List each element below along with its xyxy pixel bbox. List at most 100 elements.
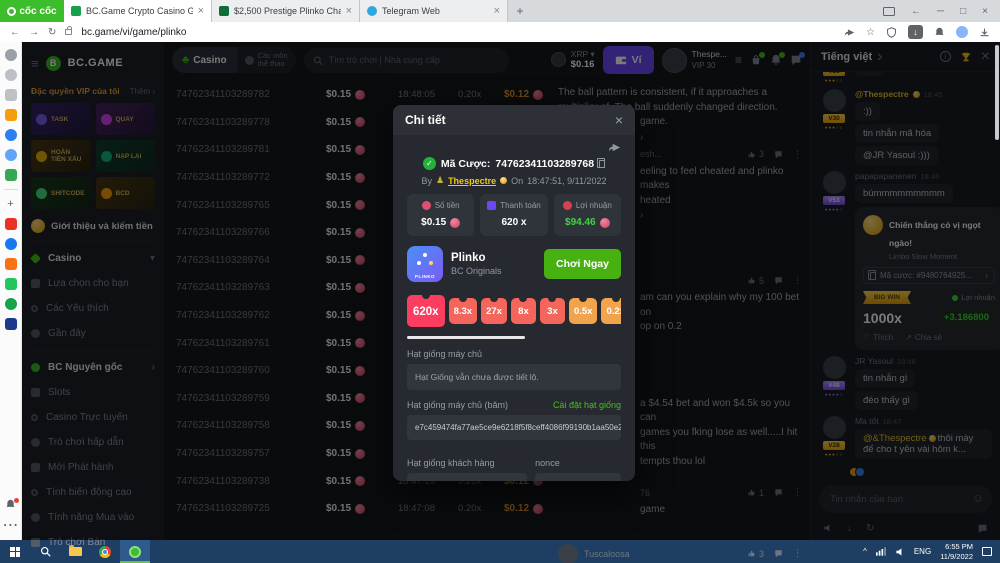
tab-bcgame[interactable]: BC.Game Crypto Casino Ga... ×: [64, 0, 212, 22]
network-icon[interactable]: [876, 547, 886, 556]
undo-close-tab-icon[interactable]: ←: [911, 6, 921, 17]
bookmark-star-icon[interactable]: ☆: [866, 27, 875, 38]
server-seed-field: Hạt Giống vẫn chưa được tiết lộ.: [407, 364, 621, 390]
page-scrollbar[interactable]: [995, 45, 999, 140]
hidden-icons-caret[interactable]: ^: [863, 547, 867, 556]
reload-icon[interactable]: ↻: [48, 27, 56, 38]
browser-sidebar: + ⋯: [0, 42, 22, 540]
notification-bell-icon[interactable]: [934, 27, 945, 38]
app-shortcut-icon[interactable]: [5, 318, 17, 330]
multiplier-chip[interactable]: 0.5x: [569, 298, 598, 324]
games-icon[interactable]: [5, 169, 17, 181]
bet-id-value[interactable]: 74762341103289768: [495, 158, 594, 170]
cast-icon[interactable]: [883, 7, 895, 16]
multiplier-chip[interactable]: 27x: [481, 298, 507, 324]
add-shortcut-icon[interactable]: +: [7, 198, 13, 210]
divider: [4, 189, 18, 190]
browser-chrome: cốc cốc BC.Game Crypto Casino Ga... × $2…: [0, 0, 1000, 42]
tab-title: Telegram Web: [382, 6, 489, 16]
browser-notifications-icon[interactable]: [5, 499, 16, 510]
action-center-icon[interactable]: [982, 547, 992, 556]
multiplier-chip[interactable]: 620x: [407, 295, 445, 327]
start-button[interactable]: [0, 540, 30, 563]
facebook-icon[interactable]: [5, 238, 17, 250]
back-icon[interactable]: ←: [10, 27, 20, 38]
stat-payout: Thanh toán 620 x: [480, 194, 547, 236]
nonce-field[interactable]: 640424: [535, 473, 621, 481]
downloads-tray-icon[interactable]: [979, 27, 990, 38]
coccoc-logo-icon: [7, 7, 16, 16]
tab-title: BC.Game Crypto Casino Ga...: [86, 6, 193, 16]
tab-strip: cốc cốc BC.Game Crypto Casino Ga... × $2…: [0, 0, 1000, 22]
set-seed-link[interactable]: Cài đặt hạt giống: [553, 400, 621, 410]
more-options-icon[interactable]: ⋯: [3, 515, 19, 535]
server-seed-hash-field[interactable]: e7c459474fa77ae5ce9e6218f5f8ceff4086f991…: [407, 415, 621, 440]
more-options-icon[interactable]: ⋮: [793, 548, 802, 559]
tab-telegram[interactable]: Telegram Web ×: [360, 0, 508, 22]
forward-icon[interactable]: →: [29, 27, 39, 38]
app-shortcut-icon[interactable]: [5, 278, 17, 290]
bcgame-favicon: [71, 6, 81, 16]
minimize-button[interactable]: ─: [937, 6, 944, 17]
share-icon[interactable]: [844, 27, 855, 38]
new-tab-button[interactable]: +: [508, 0, 532, 22]
tab-title: $2,500 Prestige Plinko Chall...: [234, 6, 341, 16]
share-bet-icon[interactable]: [608, 141, 621, 154]
vip-crown-icon[interactable]: [5, 109, 17, 121]
youtube-icon[interactable]: [5, 218, 17, 230]
brand-label: cốc cốc: [19, 6, 56, 17]
window-controls: ← ─ □ ×: [871, 0, 1000, 22]
multiplier-chip[interactable]: 8.3x: [449, 298, 478, 324]
shield-icon[interactable]: [886, 27, 897, 38]
settings-gear-icon[interactable]: [5, 49, 17, 61]
server-seed-hash-label: Hạt giống máy chủ (băm): [407, 400, 508, 410]
multiplier-chip[interactable]: 8x: [511, 298, 536, 324]
coccoc-brand-logo[interactable]: cốc cốc: [0, 0, 64, 22]
bet-id-label: Mã Cược:: [441, 158, 491, 170]
weather-icon[interactable]: [5, 149, 17, 161]
client-seed-label: Hạt giống khách hàng: [407, 458, 495, 468]
download-icon[interactable]: ↓: [908, 25, 923, 39]
challenge-favicon: [219, 6, 229, 16]
multiplier-chip[interactable]: 3x: [540, 298, 565, 324]
bet-datetime: 18:47:51, 9/11/2022: [527, 176, 606, 186]
browser-profile-avatar[interactable]: [956, 26, 968, 38]
xrp-coin-icon: [600, 218, 610, 228]
game-provider: BC Originals: [451, 266, 502, 276]
game-name[interactable]: Plinko: [451, 252, 502, 264]
close-modal-icon[interactable]: ×: [615, 112, 623, 128]
tab-close-icon[interactable]: ×: [494, 5, 500, 17]
player-link[interactable]: Thespectre: [448, 176, 496, 186]
play-now-button[interactable]: Chơi Ngay: [544, 249, 621, 279]
copy-bet-id-icon[interactable]: [599, 160, 605, 168]
address-bar-actions: ☆ ↓: [844, 25, 990, 39]
messenger-icon[interactable]: [5, 129, 17, 141]
chips-scrollbar[interactable]: [407, 336, 525, 339]
comment[interactable]: Tuscaloosa 3 ⋮ This is the game you reco…: [558, 544, 802, 563]
close-window-button[interactable]: ×: [982, 6, 988, 17]
volume-icon[interactable]: [895, 547, 905, 557]
tab-close-icon[interactable]: ×: [346, 5, 352, 17]
tab-close-icon[interactable]: ×: [198, 5, 204, 17]
comment-author: Tuscaloosa: [584, 549, 630, 559]
language-indicator[interactable]: ENG: [914, 547, 931, 556]
gold-medal-icon: [500, 177, 507, 184]
xrp-coin-icon: [450, 218, 460, 228]
reply-icon[interactable]: [774, 549, 783, 558]
nonce-label: nonce: [535, 458, 560, 468]
reading-list-icon[interactable]: [5, 89, 17, 101]
clock[interactable]: 6:55 PM11/9/2022: [940, 542, 973, 561]
maximize-button[interactable]: □: [960, 6, 966, 17]
history-clock-icon[interactable]: [5, 69, 17, 81]
multiplier-chip[interactable]: 0.2x: [601, 298, 621, 324]
lock-icon[interactable]: [65, 29, 72, 35]
client-seed-field[interactable]: AkiA4XKKRJMXeNb: [407, 473, 527, 481]
like-button[interactable]: 3: [747, 549, 764, 559]
plinko-game-icon[interactable]: PLINKO: [407, 246, 443, 282]
app-shortcut-icon[interactable]: [5, 258, 17, 270]
payout-icon: [487, 201, 496, 210]
tab-plinko-challenge[interactable]: $2,500 Prestige Plinko Chall... ×: [212, 0, 360, 22]
stat-profit: Lợi nhuận $94.46: [554, 194, 621, 236]
url-text[interactable]: bc.game/vi/game/plinko: [81, 27, 186, 38]
app-shortcut-icon[interactable]: [5, 298, 17, 310]
